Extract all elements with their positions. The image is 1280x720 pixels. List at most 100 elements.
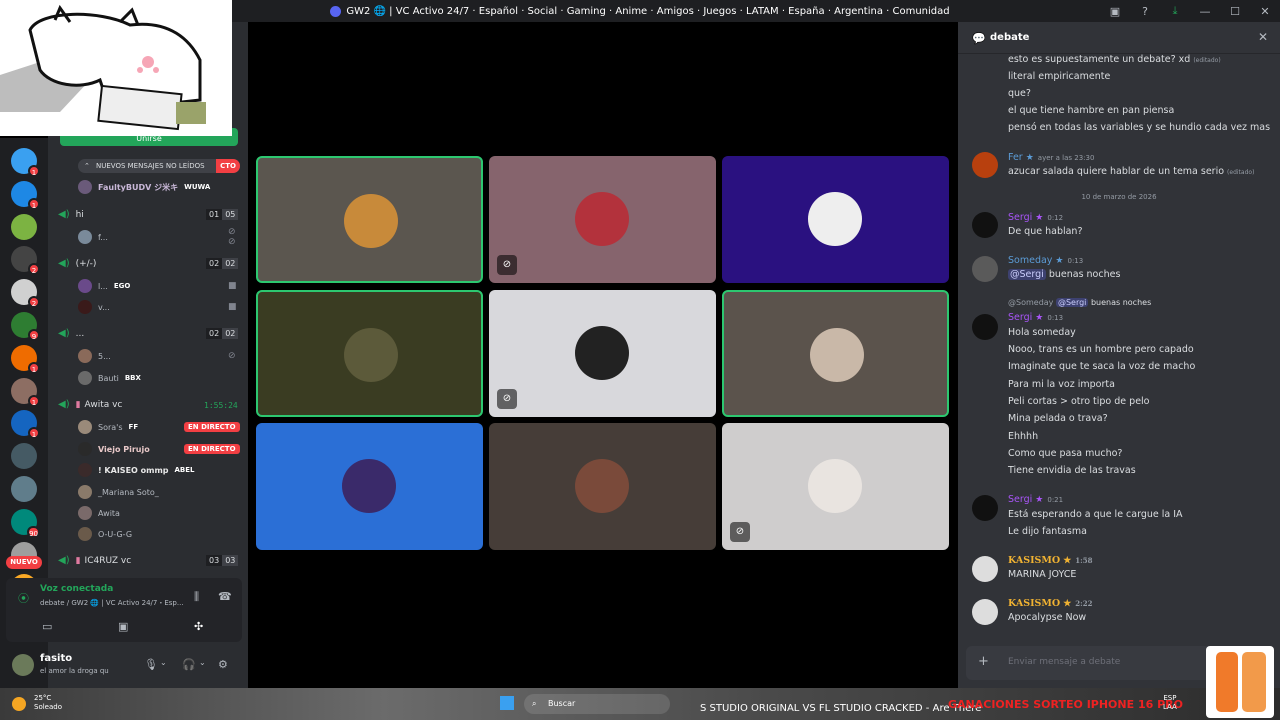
- new-messages-banner[interactable]: ⌃ NUEVOS MENSAJES NO LEÍDOS CTO: [78, 159, 240, 173]
- chat-header: 💬 debate ✕: [958, 22, 1280, 54]
- message-input-placeholder: Enviar mensaje a debate: [1008, 657, 1121, 667]
- voice-user[interactable]: Viejo Pirujo EN DIRECTO: [78, 441, 240, 457]
- server-icon[interactable]: 1: [11, 377, 40, 407]
- voice-user[interactable]: ! KAISEO ommp ABEL: [78, 462, 195, 478]
- server-icon[interactable]: [11, 476, 37, 502]
- user-count: 02 02: [206, 328, 239, 339]
- voice-user-name: _Mariana Soto_: [98, 487, 159, 497]
- server-icon[interactable]: 1: [11, 148, 40, 177]
- message-input[interactable]: + Enviar mensaje a debate: [966, 646, 1214, 680]
- voice-user[interactable]: Sora's FF EN DIRECTO: [78, 419, 240, 435]
- voice-channel-awita[interactable]: ◀) ▮ Awita vc: [58, 399, 122, 410]
- server-icon[interactable]: 2: [11, 279, 40, 309]
- windows-start-icon[interactable]: [500, 696, 514, 710]
- minimize-button[interactable]: —: [1190, 5, 1220, 18]
- voice-user-name: Viejo Pirujo: [98, 444, 150, 454]
- plus-icon[interactable]: +: [978, 654, 989, 669]
- language-indicator[interactable]: ESP LAA: [1163, 694, 1177, 712]
- voice-user-name: f...: [98, 232, 108, 242]
- screen-share-icon[interactable]: ▣: [118, 620, 128, 633]
- disconnect-icon[interactable]: ☎: [218, 590, 232, 603]
- server-icon[interactable]: 1: [11, 410, 40, 440]
- settings-gear-icon[interactable]: ⚙: [218, 658, 228, 671]
- voice-user[interactable]: FaultyBUDV ジ米キ WUWA: [78, 179, 210, 195]
- video-tile[interactable]: ⊘: [489, 289, 716, 417]
- voice-user[interactable]: l... EGO ■: [78, 278, 237, 294]
- voice-channel-ic4ruz[interactable]: ◀) ▮ IC4RUZ vc 03 03: [58, 555, 239, 566]
- avatar[interactable]: [972, 599, 998, 625]
- avatar[interactable]: [972, 212, 998, 238]
- user-name: fasito: [40, 653, 73, 664]
- message-author[interactable]: Someday ★ 0:13: [1008, 255, 1083, 266]
- avatar[interactable]: [972, 495, 998, 521]
- call-timer: 1:55:24: [204, 401, 238, 410]
- avatar: [78, 420, 92, 434]
- message-line: Imaginate que te saca la voz de macho: [1008, 361, 1196, 372]
- inbox-icon[interactable]: ▣: [1100, 5, 1130, 18]
- avatar[interactable]: [972, 256, 998, 282]
- voice-user[interactable]: _Mariana Soto_: [78, 484, 159, 500]
- avatar[interactable]: [972, 152, 998, 178]
- message-author[interactable]: Sergi ★ 0:13: [1008, 312, 1063, 323]
- server-icon[interactable]: 2: [11, 246, 40, 276]
- voice-user[interactable]: v... ■: [78, 299, 237, 315]
- user-panel: fasito el amor la droga qu 🎙 ⌄ 🎧 ⌄ ⚙: [6, 646, 242, 684]
- taskbar-search[interactable]: ⌕ Buscar: [524, 694, 670, 714]
- voice-user[interactable]: 5... ⊘: [78, 348, 236, 364]
- maximize-button[interactable]: ☐: [1220, 5, 1250, 18]
- message-author[interactable]: Sergi ★ 0:12: [1008, 212, 1063, 223]
- chat-bubble-icon: 💬: [972, 32, 986, 45]
- chat-channel-name: debate: [990, 32, 1030, 43]
- user-avatar[interactable]: [12, 654, 34, 676]
- new-servers-pill[interactable]: NUEVO: [6, 556, 42, 569]
- voice-user[interactable]: Awita: [78, 505, 120, 521]
- message-line: que?: [1008, 88, 1031, 99]
- video-tile[interactable]: ⊘: [489, 156, 716, 283]
- message-line: Está esperando a que le cargue la IA: [1008, 509, 1183, 520]
- microphone-icon[interactable]: 🎙: [144, 658, 158, 671]
- headphones-icon[interactable]: 🎧: [182, 658, 196, 671]
- close-window-button[interactable]: ✕: [1250, 5, 1280, 18]
- star-icon: ★: [1035, 213, 1044, 223]
- voice-channel-plus-minus[interactable]: ◀) (+/-) 02 02: [58, 258, 239, 269]
- video-tile[interactable]: [256, 423, 483, 550]
- server-icon[interactable]: 9: [11, 312, 40, 341]
- server-icon[interactable]: [11, 213, 37, 240]
- message-author[interactable]: KASISMO ★ 1:58: [1008, 555, 1092, 566]
- message-author[interactable]: Sergi ★ 0:21: [1008, 494, 1063, 505]
- noise-suppression-icon[interactable]: ⫼: [194, 590, 199, 604]
- voice-channel-path[interactable]: debate / GW2 🌐 | VC Activo 24/7・Esp...: [40, 598, 184, 608]
- help-icon[interactable]: ?: [1130, 5, 1160, 18]
- voice-user[interactable]: O-U-G-G: [78, 526, 132, 542]
- video-tile[interactable]: [722, 156, 949, 283]
- server-icon[interactable]: 1: [11, 344, 40, 374]
- voice-user[interactable]: Bauti BBX: [78, 370, 141, 386]
- reply-preview[interactable]: @Someday @Sergi buenas noches: [1008, 298, 1151, 307]
- video-tile[interactable]: [722, 289, 949, 417]
- server-icon[interactable]: 90: [11, 508, 40, 538]
- user-count: 03 03: [206, 555, 239, 566]
- avatar[interactable]: [972, 556, 998, 582]
- video-tile[interactable]: [256, 289, 483, 417]
- video-tile[interactable]: [489, 423, 716, 550]
- voice-user[interactable]: f... ⊘ ⊘: [78, 227, 236, 247]
- avatar[interactable]: [972, 314, 998, 340]
- weather-widget[interactable]: 25°C Soleado: [34, 694, 62, 712]
- activities-icon[interactable]: ✣: [194, 620, 203, 633]
- message-author[interactable]: KASISMO ★ 2:22: [1008, 598, 1092, 609]
- message-line: pensó en todas las variables y se hundio…: [1008, 122, 1271, 133]
- voice-status: Voz conectada: [40, 584, 114, 594]
- close-icon[interactable]: ✕: [1258, 30, 1268, 44]
- video-tile[interactable]: ⊘: [722, 423, 949, 550]
- voice-channel-hi[interactable]: ◀) hi 01 05: [58, 209, 239, 220]
- server-icon[interactable]: [11, 443, 37, 470]
- video-tile[interactable]: [256, 156, 483, 283]
- message-author[interactable]: Fer ★ ayer a las 23:30: [1008, 152, 1094, 163]
- chevron-down-icon[interactable]: ⌄: [160, 658, 167, 667]
- camera-off-icon[interactable]: ▭: [42, 620, 52, 633]
- download-icon[interactable]: ⤓: [1160, 4, 1190, 18]
- chevron-down-icon[interactable]: ⌄: [199, 658, 206, 667]
- voice-channel-dots[interactable]: ◀) ... 02 02: [58, 328, 239, 339]
- server-icon[interactable]: 1: [11, 180, 40, 210]
- channel-name: ...: [75, 328, 85, 339]
